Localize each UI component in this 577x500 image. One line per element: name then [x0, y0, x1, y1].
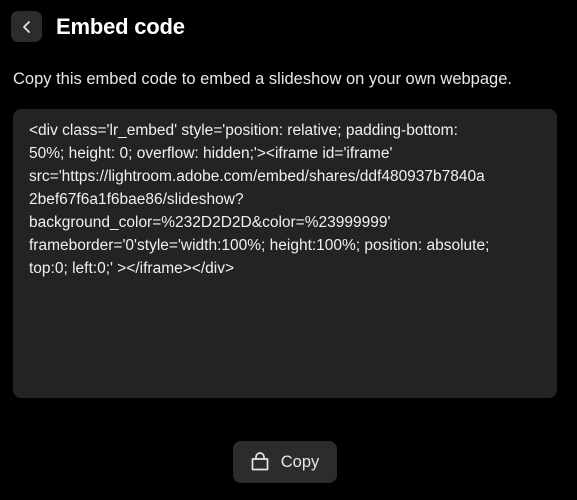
shopping-bag-icon [249, 451, 271, 473]
embed-code-box[interactable]: <div class='lr_embed' style='position: r… [13, 109, 557, 398]
back-button[interactable] [11, 11, 42, 42]
page-description: Copy this embed code to embed a slidesho… [13, 70, 512, 88]
copy-button[interactable]: Copy [233, 441, 337, 483]
page-title: Embed code [56, 14, 185, 39]
chevron-left-icon [21, 20, 33, 34]
embed-code-text[interactable]: <div class='lr_embed' style='position: r… [29, 119, 543, 280]
copy-button-label: Copy [280, 453, 320, 471]
